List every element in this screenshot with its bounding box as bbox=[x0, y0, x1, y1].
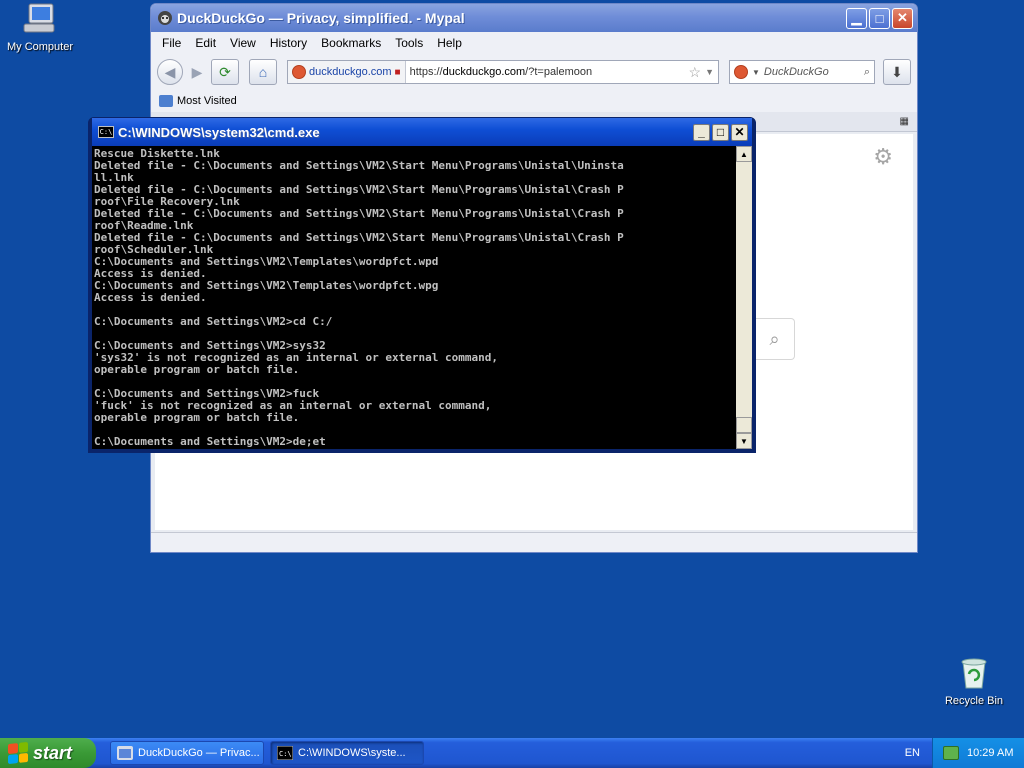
bookmarks-toolbar: Most Visited bbox=[151, 90, 917, 112]
home-icon: ⌂ bbox=[258, 64, 268, 80]
settings-gear-icon[interactable]: ⚙ bbox=[873, 144, 893, 170]
close-button[interactable]: ✕ bbox=[892, 7, 913, 29]
recycle-bin-icon bbox=[961, 658, 987, 689]
magnifier-icon: ⌕ bbox=[769, 328, 780, 349]
taskbar-item-cmd[interactable]: C:\ C:\WINDOWS\syste... bbox=[270, 741, 424, 765]
most-visited-icon bbox=[159, 95, 173, 107]
menu-edit[interactable]: Edit bbox=[188, 36, 223, 50]
mypal-app-icon bbox=[158, 11, 172, 25]
menu-file[interactable]: File bbox=[155, 36, 188, 50]
language-indicator[interactable]: EN bbox=[893, 747, 932, 759]
url-text: https://duckduckgo.com/?t=palemoon bbox=[406, 66, 685, 78]
cmd-maximize-button[interactable]: □ bbox=[712, 123, 729, 141]
cmd-minimize-button[interactable]: _ bbox=[693, 123, 710, 141]
svg-text:C:\: C:\ bbox=[279, 750, 292, 758]
desktop-icon-label: Recycle Bin bbox=[944, 695, 1004, 707]
scroll-track[interactable] bbox=[736, 162, 752, 433]
url-host: duckduckgo.com bbox=[442, 66, 526, 78]
cmd-output-line: C:\Documents and Settings\VM2>de;et bbox=[94, 435, 326, 448]
menu-tools[interactable]: Tools bbox=[388, 36, 430, 50]
bookmark-most-visited[interactable]: Most Visited bbox=[177, 95, 237, 107]
cmd-task-icon: C:\ bbox=[277, 746, 293, 760]
reload-icon: ⟳ bbox=[219, 63, 231, 80]
cmd-titlebar[interactable]: C:\ C:\WINDOWS\system32\cmd.exe _ □ ✕ bbox=[92, 118, 752, 146]
back-arrow-icon: ◀ bbox=[164, 63, 176, 80]
forward-button[interactable]: ▶ bbox=[187, 59, 207, 85]
cmd-output-line: operable program or batch file. bbox=[94, 363, 300, 376]
back-button[interactable]: ◀ bbox=[157, 59, 183, 85]
network-icon[interactable] bbox=[943, 746, 959, 760]
search-engine-dropdown-icon[interactable]: ▼ bbox=[752, 68, 760, 77]
desktop-icon-my-computer[interactable]: My Computer bbox=[0, 2, 80, 53]
minimize-button[interactable]: ▁ bbox=[846, 7, 867, 29]
taskbar-item-browser[interactable]: DuckDuckGo — Privac... bbox=[110, 741, 264, 765]
windows-logo-icon bbox=[8, 741, 28, 765]
home-button[interactable]: ⌂ bbox=[249, 59, 277, 85]
menu-view[interactable]: View bbox=[223, 36, 263, 50]
cmd-app-icon[interactable]: C:\ bbox=[98, 126, 114, 138]
status-bar bbox=[151, 532, 917, 552]
scroll-up-arrow-icon[interactable]: ▲ bbox=[736, 146, 752, 162]
url-scheme: https:// bbox=[409, 66, 443, 78]
my-computer-icon bbox=[23, 3, 55, 33]
clock[interactable]: 10:29 AM bbox=[967, 747, 1013, 759]
forward-arrow-icon: ▶ bbox=[191, 63, 203, 80]
cmd-close-button[interactable]: ✕ bbox=[731, 123, 748, 141]
identity-label: duckduckgo.com bbox=[309, 66, 392, 78]
duckduckgo-favicon-icon bbox=[292, 65, 306, 79]
cmd-scrollbar[interactable]: ▲ ▼ bbox=[736, 146, 752, 449]
cmd-output-line: Access is denied. bbox=[94, 291, 207, 304]
menu-help[interactable]: Help bbox=[430, 36, 469, 50]
cmd-title: C:\WINDOWS\system32\cmd.exe bbox=[118, 124, 320, 140]
padlock-icon: ■ bbox=[394, 66, 401, 78]
scroll-down-arrow-icon[interactable]: ▼ bbox=[736, 433, 752, 449]
cmd-output-line: operable program or batch file. bbox=[94, 411, 300, 424]
search-placeholder: DuckDuckGo bbox=[763, 66, 829, 78]
taskbar: start DuckDuckGo — Privac... C:\ C:\WIND… bbox=[0, 738, 1024, 768]
reload-button[interactable]: ⟳ bbox=[211, 59, 239, 85]
desktop-icon-recycle-bin[interactable]: Recycle Bin bbox=[934, 656, 1014, 707]
url-bar[interactable]: duckduckgo.com ■ https://duckduckgo.com/… bbox=[287, 60, 719, 84]
taskbar-item-label: DuckDuckGo — Privac... bbox=[138, 747, 260, 759]
url-path: /?t=palemoon bbox=[525, 66, 593, 78]
site-identity[interactable]: duckduckgo.com ■ bbox=[288, 61, 406, 83]
scroll-thumb[interactable] bbox=[736, 417, 752, 433]
search-engine-icon[interactable] bbox=[734, 65, 748, 79]
navigation-toolbar: ◀ ▶ ⟳ ⌂ duckduckgo.com ■ https://duckduc… bbox=[151, 54, 917, 90]
maximize-button[interactable]: □ bbox=[869, 7, 890, 29]
cmd-console[interactable]: Rescue Diskette.lnk Deleted file - C:\Doc… bbox=[92, 146, 752, 449]
cmd-output: Rescue Diskette.lnk Deleted file - C:\Doc… bbox=[92, 146, 736, 449]
ddg-search-button[interactable]: ⌕ bbox=[755, 318, 795, 360]
system-tray: 10:29 AM bbox=[932, 738, 1024, 768]
menu-bar: File Edit View History Bookmarks Tools H… bbox=[151, 32, 917, 54]
start-label: start bbox=[33, 742, 73, 763]
bookmark-star-icon[interactable]: ☆ bbox=[685, 64, 706, 81]
download-arrow-icon: ⬇ bbox=[891, 63, 903, 80]
downloads-button[interactable]: ⬇ bbox=[883, 59, 911, 85]
menu-history[interactable]: History bbox=[263, 36, 314, 50]
browser-title: DuckDuckGo — Privacy, simplified. - Mypa… bbox=[177, 10, 465, 26]
cmd-window: C:\ C:\WINDOWS\system32\cmd.exe _ □ ✕ Re… bbox=[88, 117, 756, 453]
search-icon[interactable]: ⌕ bbox=[864, 66, 870, 79]
cmd-output-line: Deleted file - C:\Documents and Settings… bbox=[94, 159, 624, 172]
desktop-icon-label: My Computer bbox=[6, 41, 74, 53]
menu-bookmarks[interactable]: Bookmarks bbox=[314, 36, 388, 50]
browser-titlebar[interactable]: DuckDuckGo — Privacy, simplified. - Mypa… bbox=[151, 4, 917, 32]
start-button[interactable]: start bbox=[0, 738, 96, 768]
mypal-task-icon bbox=[117, 746, 133, 760]
cmd-output-line: C:\Documents and Settings\VM2>cd C:/ bbox=[94, 315, 333, 328]
search-bar[interactable]: ▼ DuckDuckGo ⌕ bbox=[729, 60, 875, 84]
tab-list-icon[interactable]: ▦ bbox=[900, 116, 909, 127]
taskbar-item-label: C:\WINDOWS\syste... bbox=[298, 747, 406, 759]
url-dropdown-icon[interactable]: ▼ bbox=[705, 67, 718, 77]
